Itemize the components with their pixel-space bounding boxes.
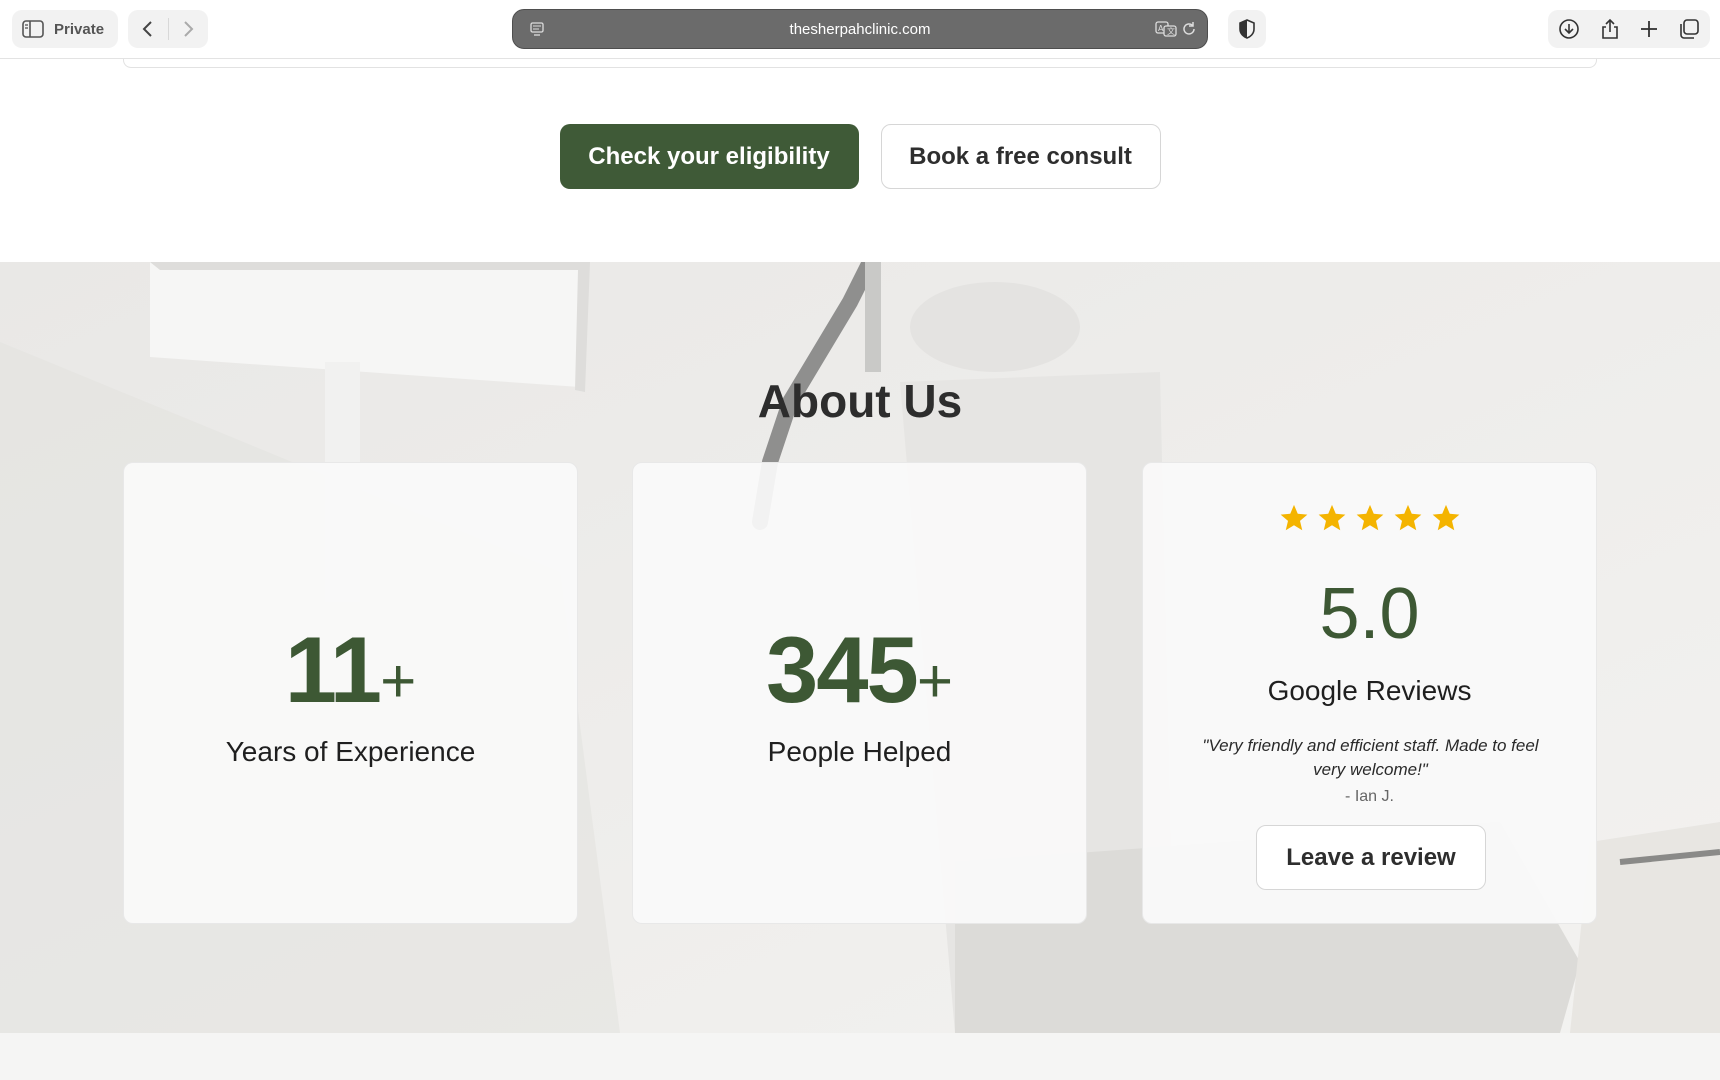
back-button[interactable]: [128, 10, 168, 48]
browser-toolbar: Private thesherpahclinic.com A文: [0, 0, 1720, 59]
check-eligibility-button[interactable]: Check your eligibility: [559, 124, 859, 189]
stat-label: People Helped: [767, 736, 952, 767]
rating-value: 5.0: [1319, 574, 1420, 654]
about-title: About Us: [757, 375, 963, 427]
review-quote: "Very friendly and efficient staff. Made…: [1202, 736, 1539, 779]
toolbar-actions: [1548, 10, 1710, 48]
privacy-shield-button[interactable]: [1228, 10, 1266, 48]
tab-overview-button[interactable]: [1678, 18, 1700, 40]
tabs-icon: [1680, 19, 1699, 39]
star-icon: [1432, 504, 1459, 531]
private-label: Private: [54, 20, 105, 38]
shield-icon: [1239, 19, 1255, 39]
next-section-edge: [0, 1033, 1720, 1080]
star-icon: [1356, 504, 1383, 531]
about-section: About Us 11+ Years of Experience 345+ Pe…: [0, 262, 1720, 1033]
star-rating: [1143, 503, 1596, 533]
share-button[interactable]: [1600, 18, 1620, 40]
cta-row: Check your eligibility Book a free consu…: [0, 124, 1720, 189]
stat-label: Years of Experience: [225, 736, 476, 767]
downloads-button[interactable]: [1558, 18, 1580, 40]
star-icon: [1280, 504, 1307, 531]
reload-icon[interactable]: [1181, 21, 1197, 42]
chevron-left-icon: [142, 21, 152, 37]
share-icon: [1602, 18, 1618, 39]
page-content: Check your eligibility Book a free consu…: [0, 59, 1720, 1080]
previous-card-edge: [123, 59, 1597, 68]
svg-text:文: 文: [1167, 26, 1175, 36]
translate-icon[interactable]: A文: [1155, 21, 1177, 42]
download-icon: [1559, 19, 1579, 39]
chevron-right-icon: [184, 21, 194, 37]
reviews-label: Google Reviews: [1267, 675, 1472, 706]
svg-text:A: A: [1158, 24, 1164, 33]
sidebar-toggle-button[interactable]: Private: [12, 10, 118, 48]
address-bar[interactable]: thesherpahclinic.com A文: [512, 9, 1208, 49]
star-icon: [1394, 504, 1421, 531]
book-consult-button[interactable]: Book a free consult: [880, 124, 1161, 189]
stat-number: 345+: [765, 617, 954, 722]
leave-review-button[interactable]: Leave a review: [1256, 825, 1486, 890]
reviews-card: 5.0 Google Reviews "Very friendly and ef…: [1142, 462, 1597, 924]
stat-number: 11+: [284, 617, 417, 722]
new-tab-button[interactable]: [1640, 20, 1658, 38]
url-text: thesherpahclinic.com: [789, 21, 931, 38]
star-icon: [1318, 504, 1345, 531]
sidebar-icon: [22, 20, 44, 38]
forward-button[interactable]: [168, 10, 208, 48]
review-author: - Ian J.: [1345, 788, 1394, 805]
stat-card-experience: 11+ Years of Experience: [123, 462, 578, 924]
plus-icon: [1641, 21, 1657, 37]
stat-card-people-helped: 345+ People Helped: [632, 462, 1087, 924]
navigation-group: [128, 10, 208, 48]
